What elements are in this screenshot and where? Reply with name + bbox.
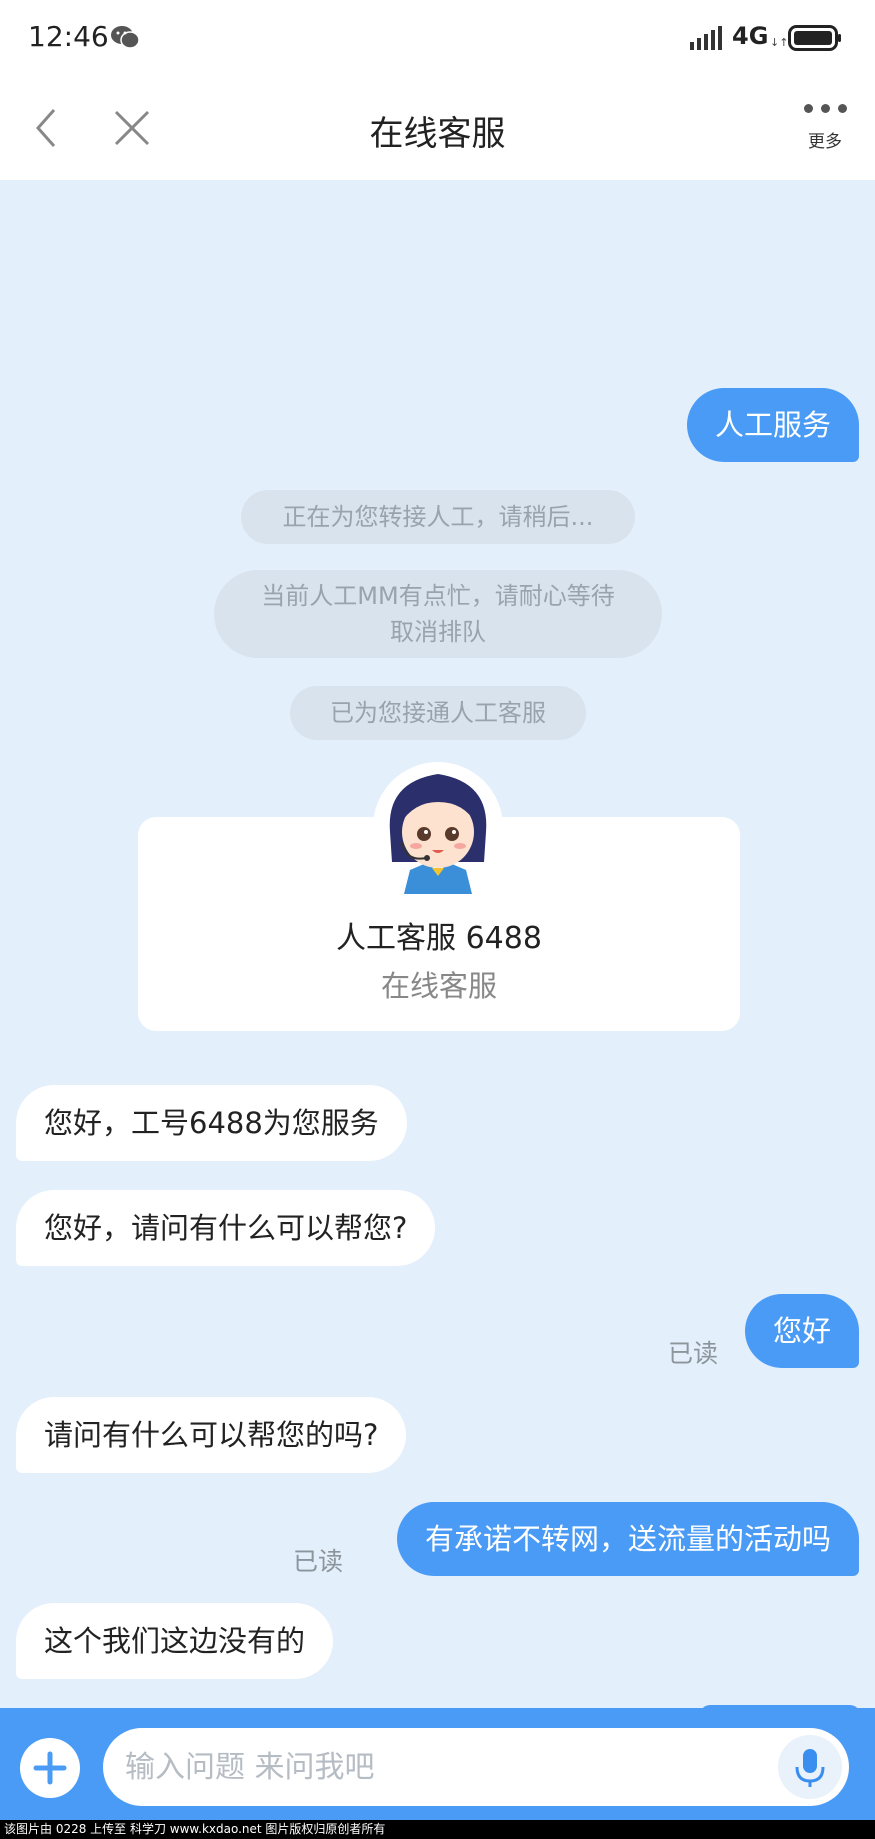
read-status: 已读	[293, 1547, 344, 1576]
status-time: 12:46	[28, 20, 109, 53]
system-notice: 已为您接通人工客服	[290, 686, 586, 740]
system-notice: 正在为您转接人工，请稍后...	[241, 490, 635, 544]
network-type: 4G	[732, 22, 769, 50]
agent-role: 在线客服	[380, 969, 497, 1003]
agent-message: 请问有什么可以帮您的吗?	[16, 1397, 407, 1473]
user-message: 您好	[744, 1294, 859, 1368]
more-label: 更多	[808, 132, 842, 152]
input-bar	[0, 1708, 875, 1820]
signal-icon	[690, 26, 722, 50]
mic-icon	[795, 1749, 825, 1787]
agent-name: 人工客服 6488	[336, 921, 542, 956]
system-notice-text: 当前人工MM有点忙，请耐心等待	[261, 582, 615, 610]
nav-header: 在线客服 更多	[0, 76, 875, 180]
more-button[interactable]: 更多	[790, 98, 860, 168]
status-bar: 12:46 4G ↓↑	[0, 0, 875, 76]
cancel-queue-link[interactable]: 取消排队	[214, 614, 662, 650]
agent-message: 您好，请问有什么可以帮您?	[16, 1190, 436, 1266]
message-input[interactable]	[103, 1728, 849, 1806]
agent-message: 您好，工号6488为您服务	[16, 1085, 407, 1161]
plus-icon	[33, 1751, 67, 1785]
battery-icon	[788, 25, 841, 51]
watermark-text: 该图片由 0228 上传至 科学刀 www.kxdao.net 图片版权归原创者…	[0, 1820, 875, 1839]
agent-avatar	[389, 774, 487, 894]
user-message: 有承诺不转网，送流量的活动吗	[396, 1502, 859, 1576]
read-status: 已读	[668, 1339, 719, 1368]
add-button[interactable]	[20, 1738, 80, 1798]
page-title: 在线客服	[369, 114, 506, 154]
system-notice-queue: 当前人工MM有点忙，请耐心等待 取消排队	[214, 570, 662, 658]
network-arrows: ↓↑	[770, 36, 789, 49]
user-message: 人工服务	[686, 388, 859, 462]
wechat-icon	[111, 26, 140, 49]
more-icon	[790, 104, 860, 113]
agent-message: 这个我们这边没有的	[16, 1603, 334, 1679]
voice-button[interactable]	[778, 1735, 842, 1799]
